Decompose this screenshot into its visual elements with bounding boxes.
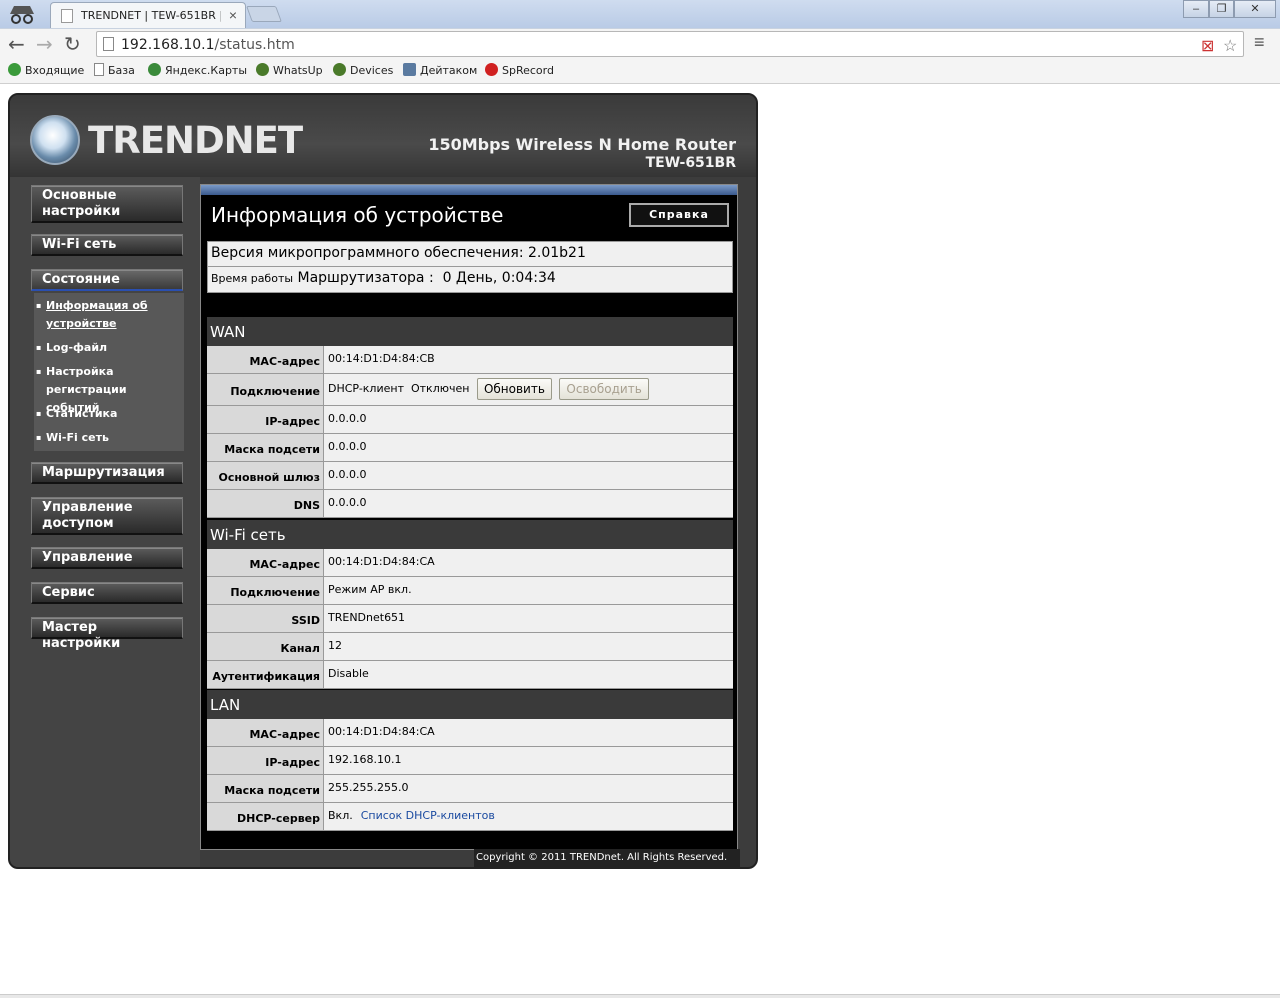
router-page: TRENDNET 150Mbps Wireless N Home Router … (8, 93, 758, 869)
nav-service[interactable]: Сервис (31, 582, 183, 604)
browser-tab[interactable]: TRENDNET | TEW-651BR | St × (50, 2, 246, 28)
globe-icon (256, 63, 269, 76)
nav-management[interactable]: Управление (31, 547, 183, 569)
wifi-ssid-row: SSID TRENDnet651 (207, 605, 733, 633)
wan-heading: WAN (207, 317, 733, 346)
nav-wifi[interactable]: Wi-Fi сеть (31, 234, 183, 256)
product-model: TEW-651BR (645, 155, 736, 171)
lan-mac-row: MAC-адрес 00:14:D1:D4:84:CA (207, 719, 733, 747)
site-icon (403, 63, 416, 76)
nav-status[interactable]: Состояние (31, 269, 183, 291)
renew-button[interactable]: Обновить (476, 378, 552, 400)
main-content: Информация об устройстве Справка Версия … (200, 184, 738, 850)
back-icon[interactable]: ← (8, 32, 25, 56)
status-submenu: Информация об устройстве Log-файл Настро… (34, 293, 184, 451)
copyright-footer: Copyright © 2011 TRENDnet. All Rights Re… (474, 849, 740, 867)
bookmarks-bar: Входящие База Яндекс.Карты WhatsUp Devic… (0, 58, 1280, 84)
firmware-version: 2.01b21 (528, 245, 586, 261)
lan-dhcp-row: DHCP-сервер Вкл. Список DHCP-клиентов (207, 803, 733, 831)
subnav-wifi[interactable]: Wi-Fi сеть (36, 429, 180, 447)
nav-access-control[interactable]: Управление доступом (31, 497, 183, 535)
wan-mac-row: MAC-адрес 00:14:D1:D4:84:CB (207, 346, 733, 374)
minimize-button[interactable]: – (1183, 0, 1209, 18)
restore-button[interactable]: ❐ (1209, 0, 1234, 18)
nav-routing[interactable]: Маршрутизация (31, 462, 183, 484)
map-icon (148, 63, 161, 76)
firmware-info: Версия микропрограммного обеспечения: 2.… (207, 241, 733, 293)
uptime-value: 0 День, 0:04:34 (442, 270, 556, 286)
wan-connection-row: Подключение DHCP-клиент Отключен Обновит… (207, 374, 733, 406)
wifi-channel-row: Канал 12 (207, 633, 733, 661)
close-window-button[interactable]: ✕ (1234, 0, 1276, 18)
page-header: TRENDNET 150Mbps Wireless N Home Router … (10, 95, 756, 177)
bookmark-item[interactable]: Дейтаком (403, 63, 477, 77)
sidebar: Основные настройки Wi-Fi сеть Состояние … (10, 177, 200, 867)
forward-icon[interactable]: → (36, 32, 53, 56)
lan-heading: LAN (207, 690, 733, 719)
sprecord-icon (485, 63, 498, 76)
page-title: Информация об устройстве (211, 203, 504, 227)
window-titlebar: TRENDNET | TEW-651BR | St × – ❐ ✕ (0, 0, 1280, 28)
new-tab-button[interactable] (246, 6, 282, 22)
content-top-bar (201, 185, 737, 195)
tab-title: TRENDNET | TEW-651BR | St (81, 9, 221, 22)
wifi-mac-row: MAC-адрес 00:14:D1:D4:84:CA (207, 549, 733, 577)
lan-section: LAN MAC-адрес 00:14:D1:D4:84:CA IP-адрес 1… (207, 690, 733, 831)
logo-text: TRENDNET (88, 119, 303, 162)
lan-ip-row: IP-адрес 192.168.10.1 (207, 747, 733, 775)
globe-icon (333, 63, 346, 76)
page-favicon (61, 9, 73, 23)
page-icon (94, 63, 104, 76)
wan-mask-row: Маска подсети 0.0.0.0 (207, 434, 733, 462)
nav-wizard[interactable]: Мастер настройки (31, 617, 183, 651)
wifi-heading: Wi-Fi сеть (207, 520, 733, 549)
status-bar (0, 994, 1280, 998)
blocked-popup-icon[interactable]: ⊠ (1201, 36, 1214, 56)
bookmark-item[interactable]: Devices (333, 63, 393, 77)
dhcp-clients-link[interactable]: Список DHCP-клиентов (361, 809, 495, 822)
trendnet-logo-icon (30, 115, 80, 165)
url-text: 192.168.10.1/status.htm (121, 37, 295, 53)
mail-icon (8, 63, 21, 76)
wifi-connection-row: Подключение Режим AP вкл. (207, 577, 733, 605)
bookmark-star-icon[interactable]: ☆ (1223, 36, 1237, 56)
uptime-row: Время работы Маршрутизатора : 0 День, 0:… (211, 270, 556, 286)
wan-ip-row: IP-адрес 0.0.0.0 (207, 406, 733, 434)
help-button[interactable]: Справка (629, 203, 729, 227)
address-bar[interactable]: 192.168.10.1/status.htm ⊠ ☆ (96, 31, 1244, 57)
wifi-section: Wi-Fi сеть MAC-адрес 00:14:D1:D4:84:CA По… (207, 520, 733, 689)
bookmark-item[interactable]: База (94, 63, 135, 77)
subnav-device-info[interactable]: Информация об устройстве (36, 297, 180, 333)
incognito-icon (10, 6, 34, 24)
bookmark-item[interactable]: Яндекс.Карты (148, 63, 247, 77)
page-icon (103, 37, 114, 51)
subnav-log[interactable]: Log-файл (36, 339, 180, 357)
release-button[interactable]: Освободить (559, 378, 649, 400)
subnav-statistics[interactable]: Статистика (36, 405, 180, 423)
firmware-row: Версия микропрограммного обеспечения: 2.… (208, 242, 732, 267)
wifi-auth-row: Аутентификация Disable (207, 661, 733, 689)
product-name: 150Mbps Wireless N Home Router (428, 135, 736, 154)
lan-mask-row: Маска подсети 255.255.255.0 (207, 775, 733, 803)
wan-section: WAN MAC-адрес 00:14:D1:D4:84:CB Подключен… (207, 317, 733, 518)
bookmark-item[interactable]: SpRecord (485, 63, 554, 77)
wan-dns-row: DNS 0.0.0.0 (207, 490, 733, 518)
bookmark-item[interactable]: WhatsUp (256, 63, 323, 77)
nav-basic-settings[interactable]: Основные настройки (31, 185, 183, 223)
wan-gateway-row: Основной шлюз 0.0.0.0 (207, 462, 733, 490)
close-tab-icon[interactable]: × (229, 7, 237, 23)
menu-icon[interactable]: ≡ (1254, 32, 1265, 53)
bookmark-item[interactable]: Входящие (8, 63, 84, 77)
reload-icon[interactable]: ↻ (64, 32, 81, 56)
browser-toolbar: ← → ↻ 192.168.10.1/status.htm ⊠ ☆ ≡ (0, 28, 1280, 58)
